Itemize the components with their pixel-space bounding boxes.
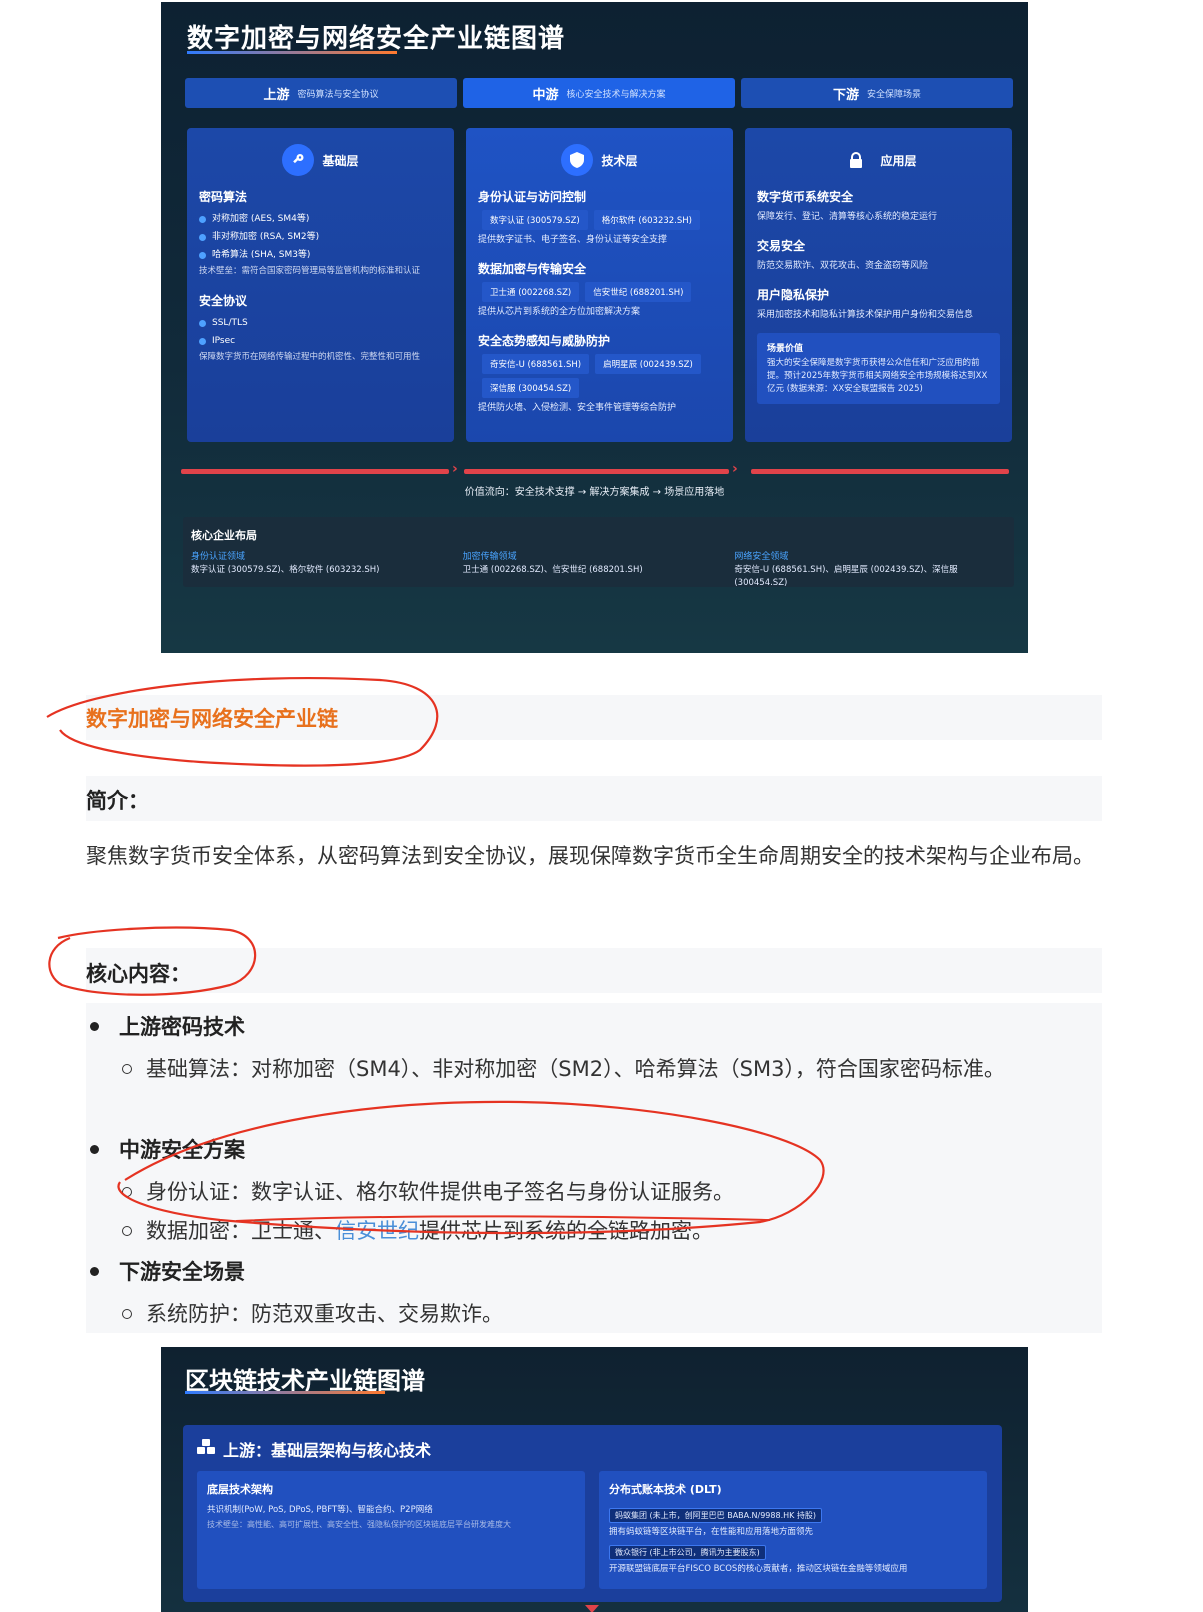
tech-architecture-card: 底层技术架构 共识机制(PoW, PoS, DPoS, PBFT等)、智能合约、… — [197, 1471, 585, 1589]
stage-name: 上游 — [263, 87, 290, 103]
company-chip: 信安世纪 (688201.SH) — [585, 282, 692, 302]
company-link[interactable]: 信安世纪 — [335, 1219, 419, 1243]
intro-paragraph: 聚焦数字货币安全体系，从密码算法到安全协议，展现保障数字货币全生命周期安全的技术… — [86, 844, 1094, 868]
company-chip: 数字认证 (300579.SZ) — [482, 210, 588, 230]
section-desc: 保障发行、登记、清算等核心系统的稳定运行 — [757, 212, 938, 222]
list-subitem: 身份认证：数字认证、格尔软件提供电子签名与身份认证服务。 — [120, 1172, 1100, 1212]
flow-line — [181, 469, 449, 474]
arrow-down-icon — [585, 1605, 599, 1612]
intro-band — [86, 776, 1102, 821]
company-tag: 微众银行 (非上市公司，腾讯为主要股东) — [609, 1545, 766, 1560]
list-subitem: 系统防护：防范双重攻击、交易欺诈。 — [120, 1294, 1100, 1334]
stage-midstream: 中游 核心安全技术与解决方案 — [463, 78, 735, 108]
dlt-card: 分布式账本技术 (DLT) 蚂蚁集团 (未上市，创阿里巴巴 BABA.N/998… — [599, 1471, 987, 1589]
stage-desc: 核心安全技术与解决方案 — [566, 89, 666, 100]
section-title: 用户隐私保护 — [757, 288, 830, 302]
stage-desc: 安全保障场景 — [867, 89, 922, 100]
value-title: 场景价值 — [767, 344, 804, 354]
company-chip: 深信服 (300454.SZ) — [482, 378, 580, 398]
poster-blockchain-industry-chain: 区块链技术产业链图谱 上游：基础层架构与核心技术 底层技术架构 共识机制(PoW… — [161, 1347, 1028, 1612]
column-label: 基础层 — [322, 153, 359, 168]
flow-line — [464, 469, 729, 474]
title-underline — [187, 51, 397, 54]
flow-line — [751, 469, 1009, 474]
core-field: 网络安全领域 奇安信-U (688561.SH)、启明星辰 (002439.SZ… — [734, 552, 958, 588]
stage-name: 下游 — [832, 87, 859, 103]
lock-icon — [840, 144, 872, 176]
blockchain-icon — [197, 1439, 215, 1459]
list-item: 中游安全方案 — [90, 1134, 245, 1164]
core-field: 身份认证领域 数字认证 (300579.SZ)、格尔软件 (603232.SH) — [191, 552, 380, 575]
section-note: 技术壁垒：需符合国家密码管理局等监管机构的标准和认证 — [199, 266, 421, 276]
column-header: 基础层 — [199, 140, 442, 180]
section-desc: 采用加密技术和隐私计算技术保护用户身份和交易信息 — [757, 310, 974, 320]
stage-upstream: 上游 密码算法与安全协议 — [185, 78, 457, 108]
section-title: 数字货币系统安全 — [757, 190, 854, 204]
column-base-layer: 基础层 密码算法 对称加密 (AES, SM4等) 非对称加密 (RSA, SM… — [187, 128, 454, 442]
company-chip: 卫士通 (002268.SZ) — [482, 282, 580, 302]
list-subitem: 基础算法：对称加密（SM4）、非对称加密（SM2）、哈希算法（SM3），符合国家… — [120, 1049, 1100, 1089]
column-app-layer: 应用层 数字货币系统安全 保障发行、登记、清算等核心系统的稳定运行 交易安全 防… — [745, 128, 1012, 442]
core-band — [86, 948, 1102, 993]
poster-title: 数字加密与网络安全产业链图谱 — [187, 24, 566, 54]
company-chip: 启明星辰 (002439.SZ) — [595, 354, 701, 374]
section-title: 数据加密与传输安全 — [478, 262, 587, 276]
shield-icon — [561, 144, 594, 176]
panel-title: 上游：基础层架构与核心技术 — [223, 1441, 432, 1460]
column-header: 应用层 — [757, 140, 1000, 180]
company-chip: 奇安信-U (688561.SH) — [482, 354, 590, 374]
section-title: 密码算法 — [199, 190, 248, 204]
section-desc: 提供数字证书、电子签名、身份认证等安全支撑 — [478, 235, 668, 245]
core-content-label: 核心内容： — [86, 962, 191, 986]
list-subitem: 数据加密：卫士通、信安世纪提供芯片到系统的全链路加密。 — [120, 1211, 1100, 1251]
article-heading: 数字加密与网络安全产业链 — [86, 707, 338, 731]
section-desc: 提供防火墙、入侵检测、安全事件管理等综合防护 — [478, 403, 677, 413]
section-title: 安全协议 — [199, 294, 248, 308]
upstream-panel: 上游：基础层架构与核心技术 底层技术架构 共识机制(PoW, PoS, DPoS… — [183, 1425, 1002, 1602]
poster-security-industry-chain: 数字加密与网络安全产业链图谱 上游 密码算法与安全协议 中游 核心安全技术与解决… — [161, 2, 1028, 653]
section-desc: 防范交易欺诈、双花攻击、资金盗窃等风险 — [757, 261, 929, 271]
chevron-right-icon: › — [732, 461, 738, 477]
section-title: 身份认证与访问控制 — [478, 190, 587, 204]
section-title: 安全态势感知与威胁防护 — [478, 334, 611, 348]
list-item: 对称加密 (AES, SM4等) — [199, 210, 442, 228]
stage-name: 中游 — [532, 87, 559, 103]
stage-downstream: 下游 安全保障场景 — [741, 78, 1013, 108]
core-title: 核心企业布局 — [191, 529, 257, 542]
intro-label: 简介： — [86, 789, 149, 813]
title-underline — [185, 1391, 385, 1394]
list-item: SSL/TLS — [199, 314, 442, 332]
value-desc: 强大的安全保障是数字货币获得公众信任和广泛应用的前提。预计2025年数字货币相关… — [767, 358, 988, 394]
section-note: 保障数字货币在网络传输过程中的机密性、完整性和可用性 — [199, 352, 421, 362]
stage-desc: 密码算法与安全协议 — [297, 89, 379, 100]
core-field: 加密传输领域 卫士通 (002268.SZ)、信安世纪 (688201.SH) — [462, 552, 643, 575]
section-desc: 提供从芯片到系统的全方位加密解决方案 — [478, 307, 641, 317]
chevron-right-icon: › — [452, 461, 458, 477]
key-icon — [282, 144, 315, 176]
core-enterprise-box: 核心企业布局 身份认证领域 数字认证 (300579.SZ)、格尔软件 (603… — [183, 517, 1014, 588]
column-header: 技术层 — [478, 140, 721, 180]
column-tech-layer: 技术层 身份认证与访问控制 数字认证 (300579.SZ) 格尔软件 (603… — [466, 128, 733, 442]
company-tag: 蚂蚁集团 (未上市，创阿里巴巴 BABA.N/9988.HK 持股) — [609, 1508, 823, 1523]
company-chip: 格尔软件 (603232.SH) — [593, 210, 700, 230]
column-label: 应用层 — [880, 153, 917, 168]
list-item: 上游密码技术 — [90, 1011, 245, 1041]
list-item: 非对称加密 (RSA, SM2等) — [199, 228, 442, 246]
section-title: 交易安全 — [757, 239, 806, 253]
value-flow-text: 价值流向：安全技术支撑 → 解决方案集成 → 场景应用落地 — [464, 487, 725, 498]
list-item: 哈希算法 (SHA, SM3等) — [199, 246, 442, 264]
list-item: IPsec — [199, 332, 442, 350]
scene-value-box: 场景价值 强大的安全保障是数字货币获得公众信任和广泛应用的前提。预计2025年数… — [757, 333, 1000, 404]
list-item: 下游安全场景 — [90, 1256, 245, 1286]
column-label: 技术层 — [601, 153, 638, 168]
